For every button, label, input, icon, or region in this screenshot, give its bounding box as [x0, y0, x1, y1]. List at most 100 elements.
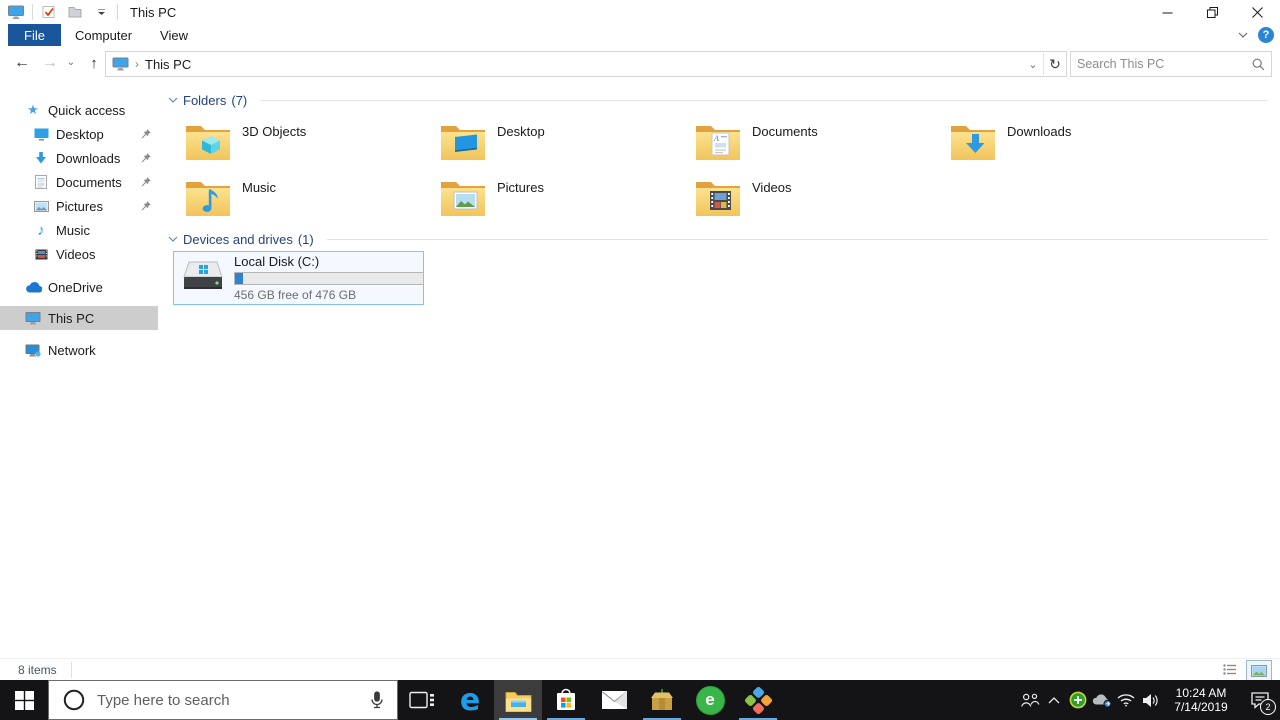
sidebar-item-onedrive[interactable]: OneDrive: [0, 275, 158, 299]
taskbar-app-mail[interactable]: [590, 680, 638, 720]
taskbar: e e: [0, 680, 1280, 720]
taskbar-app-file-explorer[interactable]: [494, 680, 542, 720]
system-tray: 10:24 AM 7/14/2019 2: [1018, 680, 1280, 720]
taskbar-app-pinwheel[interactable]: [734, 680, 782, 720]
properties-icon[interactable]: [39, 2, 59, 22]
tab-view[interactable]: View: [146, 24, 202, 46]
sidebar-item-quick-access[interactable]: ★ Quick access: [0, 98, 158, 122]
antivirus-tray-icon[interactable]: [1066, 680, 1090, 720]
music-folder-icon: [184, 176, 232, 220]
refresh-icon[interactable]: ↻: [1043, 53, 1066, 75]
titlebar: This PC: [0, 0, 1280, 24]
up-button[interactable]: ↑: [84, 46, 104, 80]
address-bar[interactable]: › This PC ⌄ ↻: [105, 51, 1067, 77]
desktop-folder-icon: [439, 120, 487, 164]
details-view-button[interactable]: [1218, 660, 1242, 679]
wifi-icon[interactable]: [1114, 680, 1138, 720]
sidebar-item-music[interactable]: ♪ Music: [0, 218, 158, 242]
onedrive-cloud-icon: [24, 281, 42, 293]
folder-tile-videos[interactable]: Videos: [682, 173, 933, 225]
status-bar: 8 items: [0, 658, 1280, 681]
svg-text:A: A: [713, 134, 719, 143]
taskbar-search-input[interactable]: [95, 690, 369, 710]
group-rule: [326, 238, 1268, 240]
tab-computer[interactable]: Computer: [61, 24, 146, 46]
this-pc-icon: [112, 57, 129, 71]
taskbar-search[interactable]: [48, 680, 398, 720]
collapse-ribbon-icon[interactable]: [1238, 32, 1248, 38]
clock-date: 7/14/2019: [1174, 700, 1228, 714]
breadcrumb[interactable]: › This PC: [106, 57, 1023, 72]
taskbar-app-edge[interactable]: e: [446, 680, 494, 720]
search-icon[interactable]: [1252, 58, 1265, 71]
folder-tile-music[interactable]: Music: [172, 173, 423, 225]
microphone-icon[interactable]: [369, 691, 385, 709]
group-header-folders[interactable]: Folders (7): [168, 90, 1268, 110]
back-button[interactable]: ←: [12, 46, 32, 80]
help-icon[interactable]: ?: [1258, 27, 1274, 43]
green-browser-icon: e: [695, 685, 725, 715]
documents-icon: [32, 175, 50, 189]
drive-tile-local-disk-c[interactable]: Local Disk (C:) 456 GB free of 476 GB: [173, 251, 424, 305]
taskbar-app-store[interactable]: [542, 680, 590, 720]
onedrive-sync-tray-icon[interactable]: [1090, 680, 1114, 720]
edge-icon: e: [459, 682, 481, 718]
collapse-group-icon[interactable]: [168, 97, 178, 103]
pin-icon: [141, 128, 152, 139]
quick-access-star-icon: ★: [27, 102, 39, 117]
address-dropdown-icon[interactable]: ⌄: [1023, 58, 1043, 71]
clock-time: 10:24 AM: [1175, 686, 1227, 700]
sidebar-item-this-pc[interactable]: This PC: [0, 306, 158, 330]
divider: [70, 662, 72, 678]
task-view-button[interactable]: [398, 680, 446, 720]
sidebar-item-pictures[interactable]: Pictures: [0, 194, 158, 218]
software-box-icon: [649, 688, 675, 713]
sidebar-item-documents[interactable]: Documents: [0, 170, 158, 194]
drive-usage-fill: [235, 273, 243, 284]
breadcrumb-this-pc[interactable]: This PC: [145, 57, 191, 72]
folder-tile-3d-objects[interactable]: 3D Objects: [172, 117, 423, 169]
videos-icon: [32, 249, 50, 260]
sidebar-item-desktop[interactable]: Desktop: [0, 122, 158, 146]
divider: [32, 4, 33, 20]
large-icons-view-button[interactable]: [1246, 660, 1272, 681]
search-box[interactable]: [1070, 51, 1272, 77]
collapse-group-icon[interactable]: [168, 236, 178, 242]
show-hidden-icons-chevron[interactable]: [1042, 680, 1066, 720]
customize-toolbar-icon[interactable]: [91, 2, 111, 22]
minimize-button[interactable]: [1145, 0, 1190, 24]
recent-locations-icon[interactable]: ⌄: [64, 46, 78, 80]
close-button[interactable]: [1235, 0, 1280, 24]
new-folder-icon[interactable]: [65, 2, 85, 22]
restore-button[interactable]: [1190, 0, 1235, 24]
group-header-devices[interactable]: Devices and drives (1): [168, 229, 1268, 249]
taskbar-clock[interactable]: 10:24 AM 7/14/2019: [1166, 686, 1236, 714]
folder-tile-desktop[interactable]: Desktop: [427, 117, 678, 169]
tab-file[interactable]: File: [8, 24, 61, 46]
folder-tile-downloads[interactable]: Downloads: [937, 117, 1188, 169]
downloads-folder-icon: [949, 120, 997, 164]
sidebar-item-downloads[interactable]: Downloads: [0, 146, 158, 170]
sidebar-item-videos[interactable]: Videos: [0, 242, 158, 266]
folder-tile-documents[interactable]: A Documents: [682, 117, 933, 169]
divider: [117, 4, 118, 20]
sidebar-item-network[interactable]: Network: [0, 338, 158, 362]
people-icon[interactable]: [1018, 680, 1042, 720]
start-button[interactable]: [0, 680, 48, 720]
documents-folder-icon: A: [694, 120, 742, 164]
taskbar-app-software-box[interactable]: [638, 680, 686, 720]
folder-tile-pictures[interactable]: Pictures: [427, 173, 678, 225]
search-input[interactable]: [1071, 57, 1252, 71]
volume-icon[interactable]: [1138, 680, 1162, 720]
drive-capacity-text: 456 GB free of 476 GB: [234, 288, 357, 302]
group-rule: [260, 99, 1268, 101]
taskbar-app-green-browser[interactable]: e: [686, 680, 734, 720]
navigation-bar: ← → ⌄ ↑ › This PC ⌄ ↻: [0, 46, 1280, 81]
action-center-button[interactable]: 2: [1240, 680, 1280, 720]
desktop-icon: [32, 128, 50, 141]
pin-icon: [141, 176, 152, 187]
notification-badge: 2: [1260, 699, 1276, 715]
forward-button[interactable]: →: [40, 46, 60, 80]
drive-name: Local Disk (C:): [234, 254, 320, 269]
file-explorer-icon: [505, 689, 532, 712]
